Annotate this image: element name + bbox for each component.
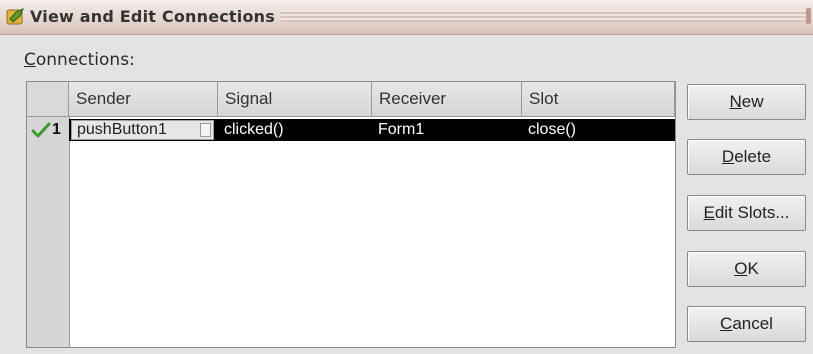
title-bar-grip (806, 8, 811, 24)
slot-cell[interactable]: close() (522, 119, 675, 141)
new-button-label: ew (741, 92, 764, 111)
table-corner (27, 82, 69, 117)
column-header-receiver[interactable]: Receiver (372, 82, 522, 117)
connections-dialog: View and Edit Connections Connections: S… (0, 0, 813, 354)
delete-button[interactable]: Delete (687, 139, 806, 175)
table-row[interactable]: pushButton1 clicked() Form1 close() (69, 119, 675, 141)
column-header-signal[interactable]: Signal (218, 82, 372, 117)
delete-button-label: elete (734, 147, 772, 166)
column-header-slot[interactable]: Slot (522, 82, 675, 117)
receiver-cell[interactable]: Form1 (372, 119, 522, 141)
edit-slots-button-accel: E (703, 203, 715, 222)
connections-table[interactable]: Sender Signal Receiver Slot 1 pushButton… (26, 81, 676, 348)
edit-slots-button-label: dit Slots... (714, 203, 790, 222)
ok-button-label: K (747, 259, 759, 278)
title-bar-stripes (280, 10, 809, 22)
cancel-button[interactable]: Cancel (687, 306, 806, 342)
new-button[interactable]: New (687, 84, 806, 120)
row-header-1[interactable]: 1 (27, 119, 69, 141)
window-title: View and Edit Connections (30, 7, 275, 26)
column-header-sender[interactable]: Sender (69, 82, 218, 117)
designer-app-icon (6, 8, 24, 25)
connections-label: Connections: (24, 50, 135, 70)
sender-combo[interactable]: pushButton1 (71, 120, 214, 140)
ok-button-accel: O (734, 259, 748, 278)
edit-slots-button[interactable]: Edit Slots... (687, 195, 806, 231)
delete-button-accel: D (721, 147, 735, 166)
combo-arrow-icon[interactable] (200, 123, 211, 137)
connections-label-accel: C (24, 50, 36, 70)
title-bar[interactable]: View and Edit Connections (0, 0, 813, 35)
sender-cell[interactable]: pushButton1 (69, 119, 218, 141)
signal-cell[interactable]: clicked() (218, 119, 372, 141)
ok-button[interactable]: OK (687, 251, 806, 287)
row-number: 1 (52, 121, 61, 138)
sender-value: pushButton1 (77, 121, 167, 138)
cancel-button-accel: C (720, 314, 733, 333)
check-icon (31, 122, 51, 138)
cancel-button-label: ancel (732, 314, 773, 333)
new-button-accel: N (729, 92, 742, 111)
connections-label-rest: onnections: (35, 50, 135, 70)
